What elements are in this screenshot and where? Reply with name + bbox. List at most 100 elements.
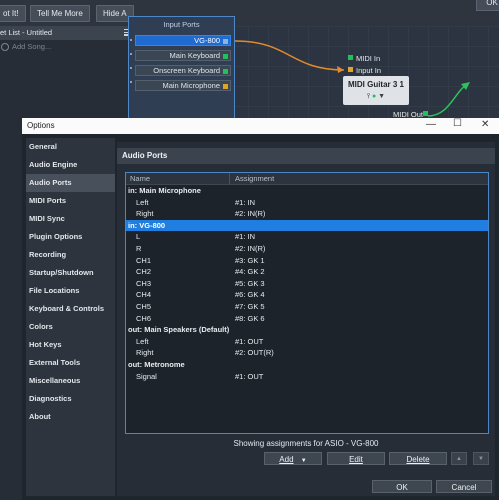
sidebar-item-audio-engine[interactable]: Audio Engine — [26, 156, 115, 174]
sidebar-item-midi-sync[interactable]: MIDI Sync — [26, 210, 115, 228]
table-group-row[interactable]: out: Main Speakers (Default) — [126, 324, 488, 336]
port-label: Onscreen Keyboard — [153, 66, 220, 75]
options-dialog: Options — ☐ ✕ General Audio Engine Audio P… — [22, 118, 499, 500]
sidebar-item-recording[interactable]: Recording — [26, 246, 115, 264]
column-divider[interactable] — [229, 173, 230, 184]
port-main-microphone[interactable]: Main Microphone — [135, 80, 231, 91]
table-row[interactable]: CH2 #4: GK 2 — [126, 266, 488, 278]
table-row[interactable]: Signal #1: OUT — [126, 371, 488, 383]
row-assignment: #5: GK 3 — [235, 278, 265, 288]
table-row[interactable]: Right #2: OUT(R) — [126, 347, 488, 359]
sidebar-item-miscellaneous[interactable]: Miscellaneous — [26, 372, 115, 390]
table-group-row[interactable]: out: Metronome — [126, 359, 488, 371]
midi-out-connector[interactable] — [423, 111, 428, 116]
port-handle — [130, 67, 132, 69]
delete-button[interactable]: Delete — [389, 452, 447, 465]
table-header: Name Assignment — [126, 173, 488, 185]
plugin-node[interactable]: MIDI Guitar 3 1 ⫯ ● ▼ — [343, 76, 409, 105]
table-row[interactable]: CH5 #7: GK 5 — [126, 301, 488, 313]
row-name: Signal — [136, 371, 157, 381]
row-assignment: #1: IN — [235, 232, 256, 242]
row-assignment: #2: IN(R) — [235, 209, 266, 219]
row-name: L — [136, 232, 141, 242]
port-connector[interactable] — [223, 83, 228, 89]
port-label: Main Microphone — [162, 81, 220, 90]
row-name: R — [136, 244, 142, 253]
cancel-button[interactable]: Cancel — [436, 480, 492, 493]
row-name: Left — [136, 336, 149, 346]
column-header-assignment[interactable]: Assignment — [235, 174, 274, 183]
table-row[interactable]: CH1 #3: GK 1 — [126, 255, 488, 267]
ok-label: OK — [396, 483, 408, 492]
sidebar-item-hot-keys[interactable]: Hot Keys — [26, 336, 115, 354]
sidebar-item-colors[interactable]: Colors — [26, 318, 115, 336]
options-content: Audio Ports Name Assignment in: Main Mic… — [117, 142, 495, 496]
plugin-name: MIDI Guitar 3 1 — [347, 80, 404, 89]
sidebar-item-midi-ports[interactable]: MIDI Ports — [26, 192, 115, 210]
port-connector[interactable] — [223, 68, 228, 74]
row-name: in: VG-800 — [128, 220, 166, 230]
table-row[interactable]: L #1: IN — [126, 231, 488, 243]
sidebar-item-general[interactable]: General — [26, 138, 115, 156]
row-assignment: #8: GK 6 — [235, 313, 265, 323]
maximize-icon[interactable]: ☐ — [453, 118, 462, 129]
port-connector[interactable] — [223, 53, 228, 59]
status-text: Showing assignments for ASIO - VG-800 — [233, 439, 379, 448]
row-assignment: #6: GK 4 — [235, 290, 265, 300]
sidebar-item-diagnostics[interactable]: Diagnostics — [26, 390, 115, 408]
row-assignment: #4: GK 2 — [235, 267, 265, 277]
sidebar-item-file-locations[interactable]: File Locations — [26, 282, 115, 300]
port-handle — [130, 53, 132, 55]
arrow-down-icon: ▼ — [478, 456, 484, 462]
power-icon[interactable]: ● — [372, 93, 376, 100]
move-down-button[interactable]: ▼ — [473, 452, 489, 465]
sidebar-item-external-tools[interactable]: External Tools — [26, 354, 115, 372]
move-up-button[interactable]: ▲ — [451, 452, 467, 465]
port-handle — [130, 81, 132, 83]
row-name: CH2 — [136, 267, 152, 277]
section-header: Audio Ports — [117, 148, 495, 164]
row-assignment: #7: GK 5 — [235, 302, 265, 311]
add-button[interactable]: Add ▼ — [264, 452, 322, 465]
table-row[interactable]: Left #1: OUT — [126, 336, 488, 348]
port-onscreen-keyboard[interactable]: Onscreen Keyboard — [135, 65, 231, 76]
table-row[interactable]: Right #2: IN(R) — [126, 208, 488, 220]
table-row[interactable]: CH6 #8: GK 6 — [126, 313, 488, 325]
port-main-keyboard[interactable]: Main Keyboard — [135, 50, 231, 61]
dropdown-arrow-icon: ▼ — [300, 458, 307, 464]
sidebar-item-startup-shutdown[interactable]: Startup/Shutdown — [26, 264, 115, 282]
row-assignment: #2: IN(R) — [235, 244, 266, 253]
midi-in-label: MIDI In — [356, 54, 381, 63]
sidebar-item-keyboard-controls[interactable]: Keyboard & Controls — [26, 300, 115, 318]
input-in-connector[interactable] — [348, 67, 353, 72]
dialog-titlebar[interactable]: Options — ☐ ✕ — [22, 118, 499, 134]
port-connector[interactable] — [223, 38, 228, 44]
close-icon[interactable]: ✕ — [481, 119, 489, 130]
delete-label: Delete — [406, 455, 430, 464]
table-row[interactable]: CH3 #5: GK 3 — [126, 278, 488, 290]
input-ports-title: Input Ports — [163, 20, 200, 29]
midi-in-connector[interactable] — [348, 55, 353, 60]
port-label: Main Keyboard — [169, 51, 220, 60]
tuning-fork-icon[interactable]: ⫯ — [367, 93, 370, 100]
sidebar-item-about[interactable]: About — [26, 408, 115, 426]
filter-icon[interactable]: ▼ — [378, 93, 385, 100]
port-handle — [130, 39, 132, 41]
table-group-row[interactable]: in: VG-800 — [126, 219, 488, 232]
audio-ports-table[interactable]: Name Assignment in: Main Microphone Left #… — [125, 172, 489, 434]
sidebar-item-audio-ports[interactable]: Audio Ports — [26, 174, 115, 192]
table-row[interactable]: R #2: IN(R) — [126, 243, 488, 255]
table-row[interactable]: CH4 #6: GK 4 — [126, 289, 488, 301]
input-ports-panel[interactable]: Input Ports VG-800 Main Keyboard Onscree… — [128, 16, 235, 126]
row-name: CH6 — [136, 313, 152, 323]
edit-button[interactable]: Edit — [327, 452, 385, 465]
row-name: CH4 — [136, 290, 152, 300]
table-row[interactable]: Left #1: IN — [126, 197, 488, 209]
column-header-name[interactable]: Name — [130, 174, 150, 183]
sidebar-item-plugin-options[interactable]: Plugin Options — [26, 228, 115, 246]
minimize-icon[interactable]: — — [426, 119, 436, 130]
table-group-row[interactable]: in: Main Microphone — [126, 185, 488, 197]
options-sidebar: General Audio Engine Audio Ports MIDI Ports… — [26, 138, 115, 496]
port-vg-800[interactable]: VG-800 — [135, 35, 231, 46]
ok-button[interactable]: OK — [372, 480, 432, 493]
